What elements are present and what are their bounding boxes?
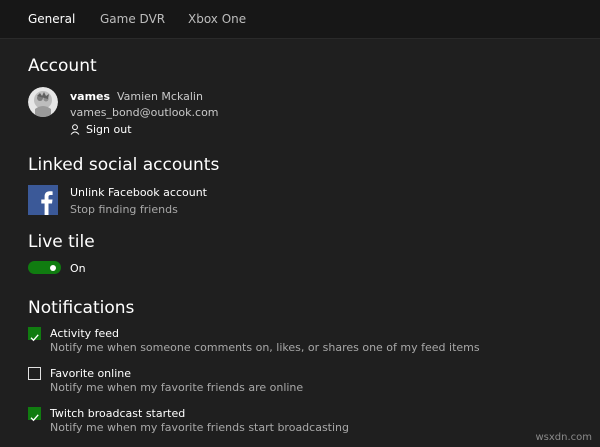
facebook-icon	[28, 185, 58, 215]
account-heading: Account	[28, 56, 97, 76]
avatar[interactable]	[28, 87, 58, 117]
activity-feed-label[interactable]: Activity feed	[50, 327, 119, 340]
twitch-broadcast-description: Notify me when my favorite friends start…	[50, 421, 350, 434]
real-name: Vamien Mckalin	[117, 90, 203, 103]
gamertag: vames	[70, 90, 111, 103]
live-tile-heading: Live tile	[28, 232, 95, 252]
settings-window: General Game DVR Xbox One Account vames …	[0, 0, 600, 447]
avatar-image	[28, 87, 58, 117]
tab-general[interactable]: General	[28, 12, 75, 26]
twitch-broadcast-label[interactable]: Twitch broadcast started	[50, 407, 185, 420]
activity-feed-checkbox[interactable]	[28, 327, 41, 342]
unlink-facebook-description: Stop finding friends	[70, 203, 178, 216]
notifications-heading: Notifications	[28, 298, 135, 318]
account-email: vames_bond@outlook.com	[70, 106, 219, 119]
favorite-online-checkbox[interactable]	[28, 367, 41, 380]
favorite-online-label[interactable]: Favorite online	[50, 367, 131, 380]
person-icon	[70, 123, 80, 135]
sign-out-link[interactable]: Sign out	[70, 122, 132, 136]
tab-bar: General Game DVR Xbox One	[0, 0, 600, 39]
sign-out-label: Sign out	[86, 122, 132, 136]
toggle-knob	[50, 264, 56, 271]
twitch-broadcast-checkbox[interactable]	[28, 407, 41, 422]
linked-accounts-heading: Linked social accounts	[28, 155, 220, 175]
activity-feed-description: Notify me when someone comments on, like…	[50, 341, 480, 354]
unlink-facebook-button[interactable]: Unlink Facebook account	[70, 186, 207, 199]
live-tile-toggle[interactable]	[28, 261, 61, 274]
live-tile-state-label: On	[70, 262, 86, 275]
checkmark-icon	[30, 414, 39, 422]
tab-xbox-one[interactable]: Xbox One	[188, 12, 246, 26]
checkmark-icon	[30, 334, 39, 342]
tab-game-dvr[interactable]: Game DVR	[100, 12, 165, 26]
watermark: wsxdn.com	[535, 432, 592, 443]
favorite-online-description: Notify me when my favorite friends are o…	[50, 381, 304, 394]
